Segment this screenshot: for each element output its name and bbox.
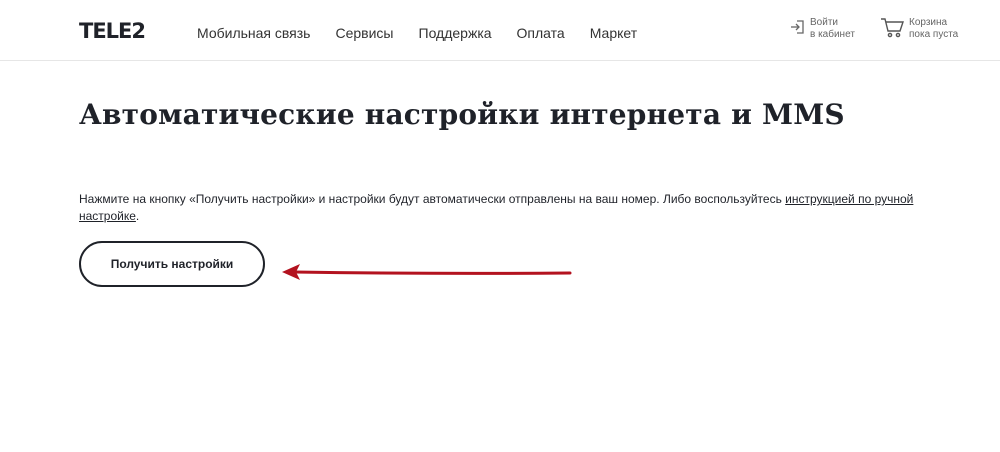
arrow-shaft <box>292 270 572 275</box>
nav-item-market[interactable]: Маркет <box>590 24 637 42</box>
nav-item-services[interactable]: Сервисы <box>335 24 393 42</box>
cart-text: Корзина пока пуста <box>909 17 958 41</box>
page: TELE2 Мобильная связь Сервисы Поддержка … <box>0 0 1000 452</box>
description-text: Нажмите на кнопку «Получить настройки» и… <box>79 192 786 206</box>
red-arrow-annotation <box>282 264 572 280</box>
nav-item-support[interactable]: Поддержка <box>419 24 492 42</box>
description: Нажмите на кнопку «Получить настройки» и… <box>79 191 929 225</box>
page-title: Автоматические настройки интернета и MMS <box>79 98 845 131</box>
cart-line2: пока пуста <box>909 29 959 40</box>
cart-link[interactable]: Корзина пока пуста <box>880 17 958 41</box>
login-line1: Войти <box>810 17 838 28</box>
description-end: . <box>135 209 140 223</box>
main-nav: Мобильная связь Сервисы Поддержка Оплата… <box>197 24 637 42</box>
tele2-logo[interactable]: TELE2 <box>79 19 146 43</box>
login-link[interactable]: Войти в кабинет <box>790 17 855 41</box>
cart-icon <box>881 18 904 38</box>
nav-item-payment[interactable]: Оплата <box>517 24 565 42</box>
login-line2: в кабинет <box>810 29 855 40</box>
site-header: TELE2 Мобильная связь Сервисы Поддержка … <box>0 0 1000 61</box>
get-settings-button[interactable]: Получить настройки <box>79 241 265 287</box>
login-text: Войти в кабинет <box>810 17 855 41</box>
login-icon <box>791 20 804 34</box>
nav-item-mobile[interactable]: Мобильная связь <box>197 24 310 42</box>
cart-line1: Корзина <box>909 17 948 28</box>
